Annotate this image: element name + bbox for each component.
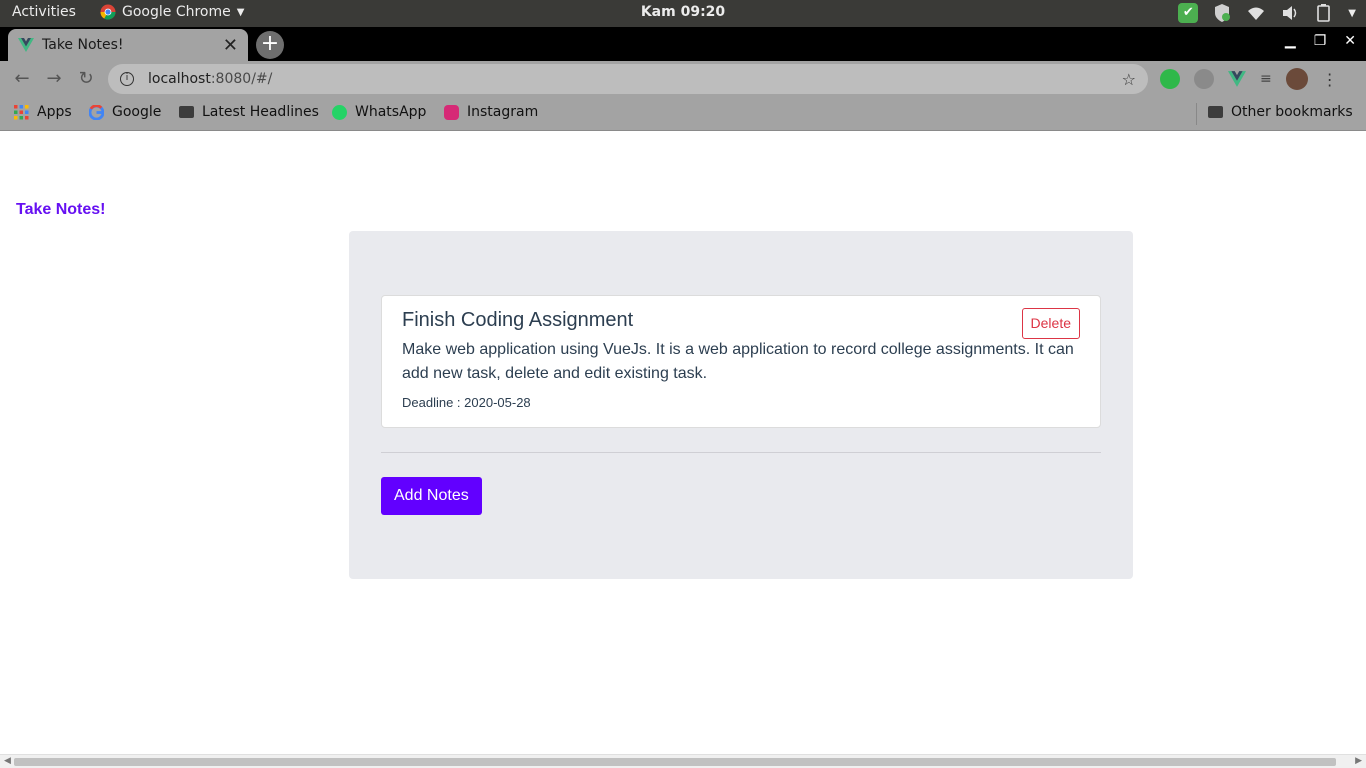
address-bar[interactable]: i localhost:8080/#/ ☆ [108, 64, 1148, 94]
bookmark-label: Apps [37, 104, 72, 120]
note-title: Finish Coding Assignment [402, 309, 634, 331]
page-viewport: Take Notes! Finish Coding Assignment Mak… [0, 132, 1366, 754]
horizontal-scrollbar[interactable]: ◀ ▶ [0, 754, 1366, 768]
maximize-icon[interactable]: ❐ [1314, 33, 1327, 49]
url-path: :8080/#/ [210, 71, 273, 87]
minimize-icon[interactable]: ▁ [1285, 33, 1296, 49]
note-card: Finish Coding Assignment Make web applic… [381, 295, 1101, 428]
chevron-down-icon: ▼ [236, 6, 245, 18]
bookmark-label: Instagram [467, 104, 539, 120]
system-tray: ✔ ▼ [1178, 3, 1356, 23]
delete-button[interactable]: Delete [1021, 308, 1080, 339]
tab-take-notes[interactable]: Take Notes! ✕ [8, 29, 248, 61]
bookmark-whatsapp[interactable]: WhatsApp [332, 104, 426, 120]
chrome-icon [100, 4, 116, 20]
media-queue-icon[interactable]: ≡ [1260, 71, 1272, 87]
battery-icon[interactable] [1314, 3, 1334, 23]
bookmark-instagram[interactable]: Instagram [444, 104, 538, 120]
menu-dots-icon[interactable]: ⋮ [1322, 70, 1338, 89]
wifi-icon[interactable] [1246, 3, 1266, 23]
add-notes-button[interactable]: Add Notes [381, 477, 482, 515]
window-controls: ▁ ❐ ✕ [1285, 33, 1356, 49]
tab-title: Take Notes! [42, 37, 124, 53]
bookmarks-bar: Apps Google Latest Headlines WhatsApp In… [0, 97, 1366, 131]
share-extension-icon[interactable] [1160, 69, 1180, 89]
star-icon[interactable]: ☆ [1122, 70, 1136, 89]
bookmark-label: Other bookmarks [1231, 104, 1353, 120]
check-badge-icon[interactable]: ✔ [1178, 3, 1199, 23]
bookmarks-separator [1196, 103, 1197, 125]
folder-icon [1208, 106, 1223, 118]
forward-arrow-icon[interactable]: → [42, 67, 66, 91]
apps-grid-icon [14, 104, 29, 119]
instagram-icon [444, 104, 459, 120]
bookmark-google[interactable]: Google [89, 104, 161, 120]
bookmark-latest-headlines[interactable]: Latest Headlines [179, 104, 319, 120]
bookmark-other-bookmarks[interactable]: Other bookmarks [1208, 104, 1353, 120]
vue-logo-icon [18, 38, 34, 52]
scrollbar-thumb[interactable] [14, 758, 1336, 766]
url-host: localhost [148, 71, 211, 87]
close-window-icon[interactable]: ✕ [1344, 33, 1356, 49]
bookmark-label: WhatsApp [355, 104, 427, 120]
close-icon[interactable]: ✕ [223, 35, 238, 56]
scroll-right-icon[interactable]: ▶ [1355, 756, 1362, 766]
back-arrow-icon[interactable]: ← [10, 67, 34, 91]
activities-button[interactable]: Activities [12, 4, 76, 20]
avatar[interactable] [1285, 68, 1308, 90]
folder-icon [179, 106, 194, 118]
tab-strip: Take Notes! ✕ + ▁ ❐ ✕ [0, 27, 1366, 61]
new-tab-button[interactable]: + [256, 31, 284, 59]
app-menu-label: Google Chrome [122, 4, 231, 20]
os-top-bar: Activities Google Chrome ▼ Kam 09:20 ✔ ▼ [0, 0, 1366, 27]
chevron-down-icon[interactable]: ▼ [1348, 8, 1356, 19]
chat-extension-icon[interactable] [1194, 69, 1214, 89]
scroll-left-icon[interactable]: ◀ [4, 756, 11, 766]
note-deadline: Deadline : 2020-05-28 [402, 395, 531, 410]
bookmark-label: Google [112, 104, 162, 120]
extensions: ≡ ⋮ [1160, 68, 1338, 90]
app-menu[interactable]: Google Chrome ▼ [100, 4, 244, 20]
notes-panel: Finish Coding Assignment Make web applic… [349, 231, 1133, 579]
reload-icon[interactable]: ↻ [74, 67, 98, 91]
whatsapp-icon [332, 104, 347, 120]
volume-icon[interactable] [1280, 3, 1300, 23]
shield-icon[interactable] [1212, 3, 1232, 23]
bookmark-label: Latest Headlines [202, 104, 319, 120]
browser-toolbar: ← → ↻ i localhost:8080/#/ ☆ ≡ ⋮ [0, 61, 1366, 97]
brand-link[interactable]: Take Notes! [16, 201, 106, 219]
divider [381, 452, 1101, 453]
vue-devtools-icon[interactable] [1228, 71, 1246, 87]
google-icon [89, 104, 104, 120]
info-icon[interactable]: i [120, 72, 134, 86]
note-description: Make web application using VueJs. It is … [402, 341, 1074, 382]
bookmark-apps[interactable]: Apps [14, 104, 72, 120]
